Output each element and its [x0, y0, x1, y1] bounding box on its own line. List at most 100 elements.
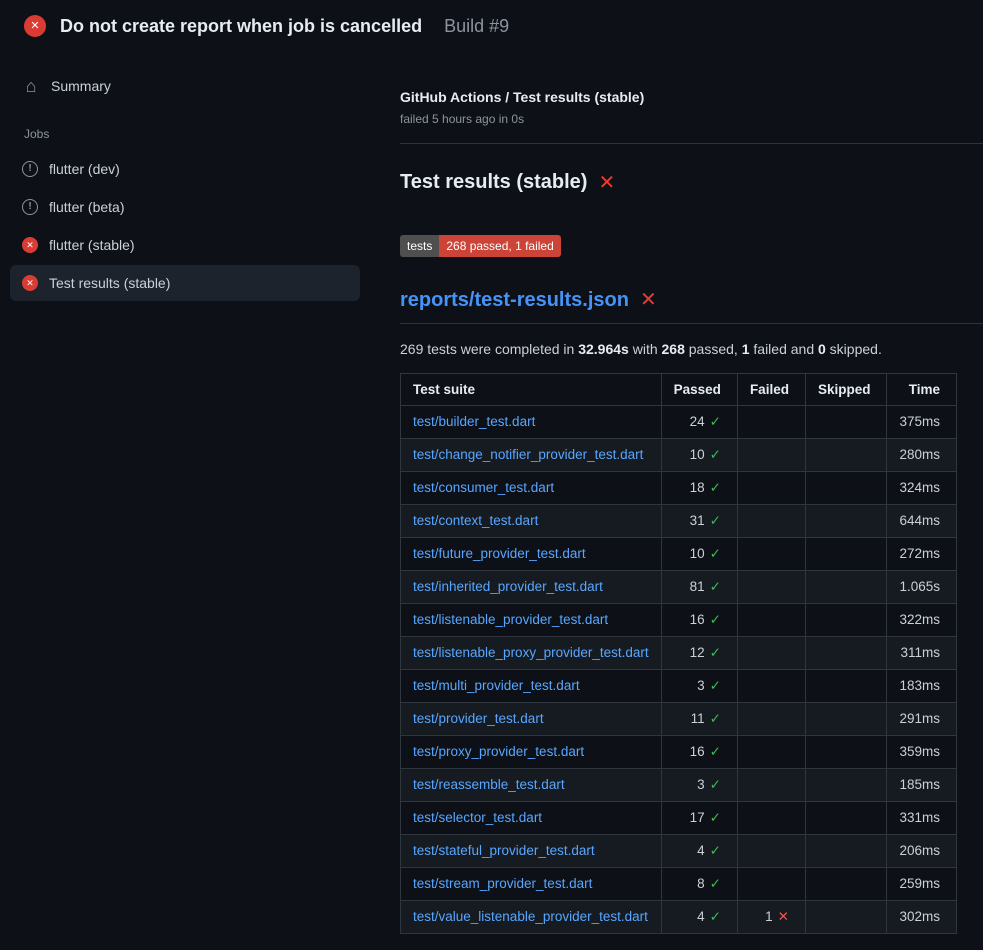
time-cell: 1.065s — [887, 570, 957, 603]
time-cell: 375ms — [887, 405, 957, 438]
table-row: test/stateful_provider_test.dart 4✓ ✕ 20… — [401, 834, 957, 867]
failed-cell: ✕ — [737, 801, 805, 834]
suite-cell: test/proxy_provider_test.dart — [401, 735, 662, 768]
suite-link[interactable]: test/stateful_provider_test.dart — [413, 843, 595, 858]
check-icon: ✓ — [710, 843, 721, 858]
table-row: test/listenable_provider_test.dart 16✓ ✕… — [401, 603, 957, 636]
suite-link[interactable]: test/inherited_provider_test.dart — [413, 579, 603, 594]
suite-link[interactable]: test/multi_provider_test.dart — [413, 678, 580, 693]
failed-status-icon: ✕ — [24, 15, 46, 37]
passed-cell: 4✓ — [661, 834, 737, 867]
summary-mid: failed and — [750, 341, 819, 357]
sidebar-job-item[interactable]: ✕ flutter (stable) — [10, 227, 360, 263]
sidebar-job-item[interactable]: ✕ Test results (stable) — [10, 265, 360, 301]
passed-cell: 11✓ — [661, 702, 737, 735]
suite-link[interactable]: test/reassemble_test.dart — [413, 777, 565, 792]
header-divider — [400, 143, 983, 144]
failed-cell: ✕ — [737, 834, 805, 867]
suite-link[interactable]: test/builder_test.dart — [413, 414, 535, 429]
suite-cell: test/consumer_test.dart — [401, 471, 662, 504]
summary-duration: 32.964s — [578, 341, 629, 357]
check-icon: ✓ — [710, 711, 721, 726]
suite-link[interactable]: test/listenable_provider_test.dart — [413, 612, 608, 627]
suite-cell: test/inherited_provider_test.dart — [401, 570, 662, 603]
check-icon: ✓ — [710, 645, 721, 660]
time-cell: 280ms — [887, 438, 957, 471]
summary-label: Summary — [51, 78, 111, 94]
suite-cell: test/stream_provider_test.dart — [401, 867, 662, 900]
sidebar-job-item[interactable]: ! flutter (dev) — [10, 151, 360, 187]
check-icon: ✓ — [710, 909, 721, 924]
check-icon: ✓ — [710, 546, 721, 561]
suite-link[interactable]: test/value_listenable_provider_test.dart — [413, 909, 648, 924]
suite-link[interactable]: test/listenable_proxy_provider_test.dart — [413, 645, 649, 660]
suite-link[interactable]: test/provider_test.dart — [413, 711, 544, 726]
check-icon: ✓ — [710, 447, 721, 462]
skipped-cell — [805, 702, 887, 735]
suite-cell: test/future_provider_test.dart — [401, 537, 662, 570]
failed-cell: ✕ — [737, 504, 805, 537]
build-header: ✕ Do not create report when job is cance… — [0, 0, 983, 45]
time-cell: 206ms — [887, 834, 957, 867]
time-cell: 291ms — [887, 702, 957, 735]
sidebar-job-item[interactable]: ! flutter (beta) — [10, 189, 360, 225]
skipped-cell — [805, 768, 887, 801]
job-status-icon: ✕ — [22, 275, 38, 291]
failed-cell: ✕ — [737, 438, 805, 471]
build-title: Do not create report when job is cancell… — [60, 16, 422, 37]
time-cell: 259ms — [887, 867, 957, 900]
time-cell: 331ms — [887, 801, 957, 834]
column-header: Skipped — [805, 373, 887, 405]
failed-cell: ✕ — [737, 669, 805, 702]
failed-cell: ✕ — [737, 735, 805, 768]
sidebar-item-summary[interactable]: ⌂ Summary — [10, 67, 360, 105]
table-row: test/future_provider_test.dart 10✓ ✕ 272… — [401, 537, 957, 570]
summary-failed-count: 1 — [742, 341, 750, 357]
main-content: GitHub Actions / Test results (stable) f… — [400, 45, 983, 934]
failed-cell: ✕ — [737, 636, 805, 669]
suite-cell: test/change_notifier_provider_test.dart — [401, 438, 662, 471]
summary-skipped-count: 0 — [818, 341, 826, 357]
table-head: Test suitePassedFailedSkippedTime — [401, 373, 957, 405]
time-cell: 322ms — [887, 603, 957, 636]
column-header: Failed — [737, 373, 805, 405]
page-layout: ⌂ Summary Jobs ! flutter (dev) ! flutter… — [0, 45, 983, 934]
table-row: test/multi_provider_test.dart 3✓ ✕ 183ms — [401, 669, 957, 702]
table-row: test/listenable_proxy_provider_test.dart… — [401, 636, 957, 669]
test-results-table: Test suitePassedFailedSkippedTime test/b… — [400, 373, 957, 934]
summary-text: 269 tests were completed in 32.964s with… — [400, 341, 983, 357]
suite-cell: test/builder_test.dart — [401, 405, 662, 438]
suite-link[interactable]: test/consumer_test.dart — [413, 480, 554, 495]
badge-label: tests — [400, 235, 439, 257]
column-header: Test suite — [401, 373, 662, 405]
failed-cell: ✕ — [737, 570, 805, 603]
suite-link[interactable]: test/change_notifier_provider_test.dart — [413, 447, 643, 462]
failed-cell: ✕ — [737, 603, 805, 636]
report-link[interactable]: reports/test-results.json — [400, 289, 629, 312]
passed-cell: 10✓ — [661, 537, 737, 570]
time-cell: 311ms — [887, 636, 957, 669]
suite-link[interactable]: test/stream_provider_test.dart — [413, 876, 592, 891]
suite-cell: test/multi_provider_test.dart — [401, 669, 662, 702]
check-icon: ✓ — [710, 744, 721, 759]
skipped-cell — [805, 735, 887, 768]
suite-link[interactable]: test/selector_test.dart — [413, 810, 542, 825]
suite-link[interactable]: test/proxy_provider_test.dart — [413, 744, 584, 759]
suite-link[interactable]: test/future_provider_test.dart — [413, 546, 586, 561]
suite-cell: test/selector_test.dart — [401, 801, 662, 834]
jobs-list: ! flutter (dev) ! flutter (beta) ✕ flutt… — [10, 151, 360, 301]
job-status-icon: ! — [22, 161, 38, 177]
suite-cell: test/value_listenable_provider_test.dart — [401, 900, 662, 933]
suite-link[interactable]: test/context_test.dart — [413, 513, 538, 528]
section-title: Test results (stable) — [400, 171, 587, 194]
suite-cell: test/listenable_proxy_provider_test.dart — [401, 636, 662, 669]
skipped-cell — [805, 537, 887, 570]
table-row: test/builder_test.dart 24✓ ✕ 375ms — [401, 405, 957, 438]
passed-cell: 16✓ — [661, 735, 737, 768]
suite-cell: test/provider_test.dart — [401, 702, 662, 735]
passed-cell: 31✓ — [661, 504, 737, 537]
x-glyph: ✕ — [30, 21, 39, 32]
cross-icon: ✕ — [778, 909, 789, 924]
table-row: test/consumer_test.dart 18✓ ✕ 324ms — [401, 471, 957, 504]
skipped-cell — [805, 900, 887, 933]
